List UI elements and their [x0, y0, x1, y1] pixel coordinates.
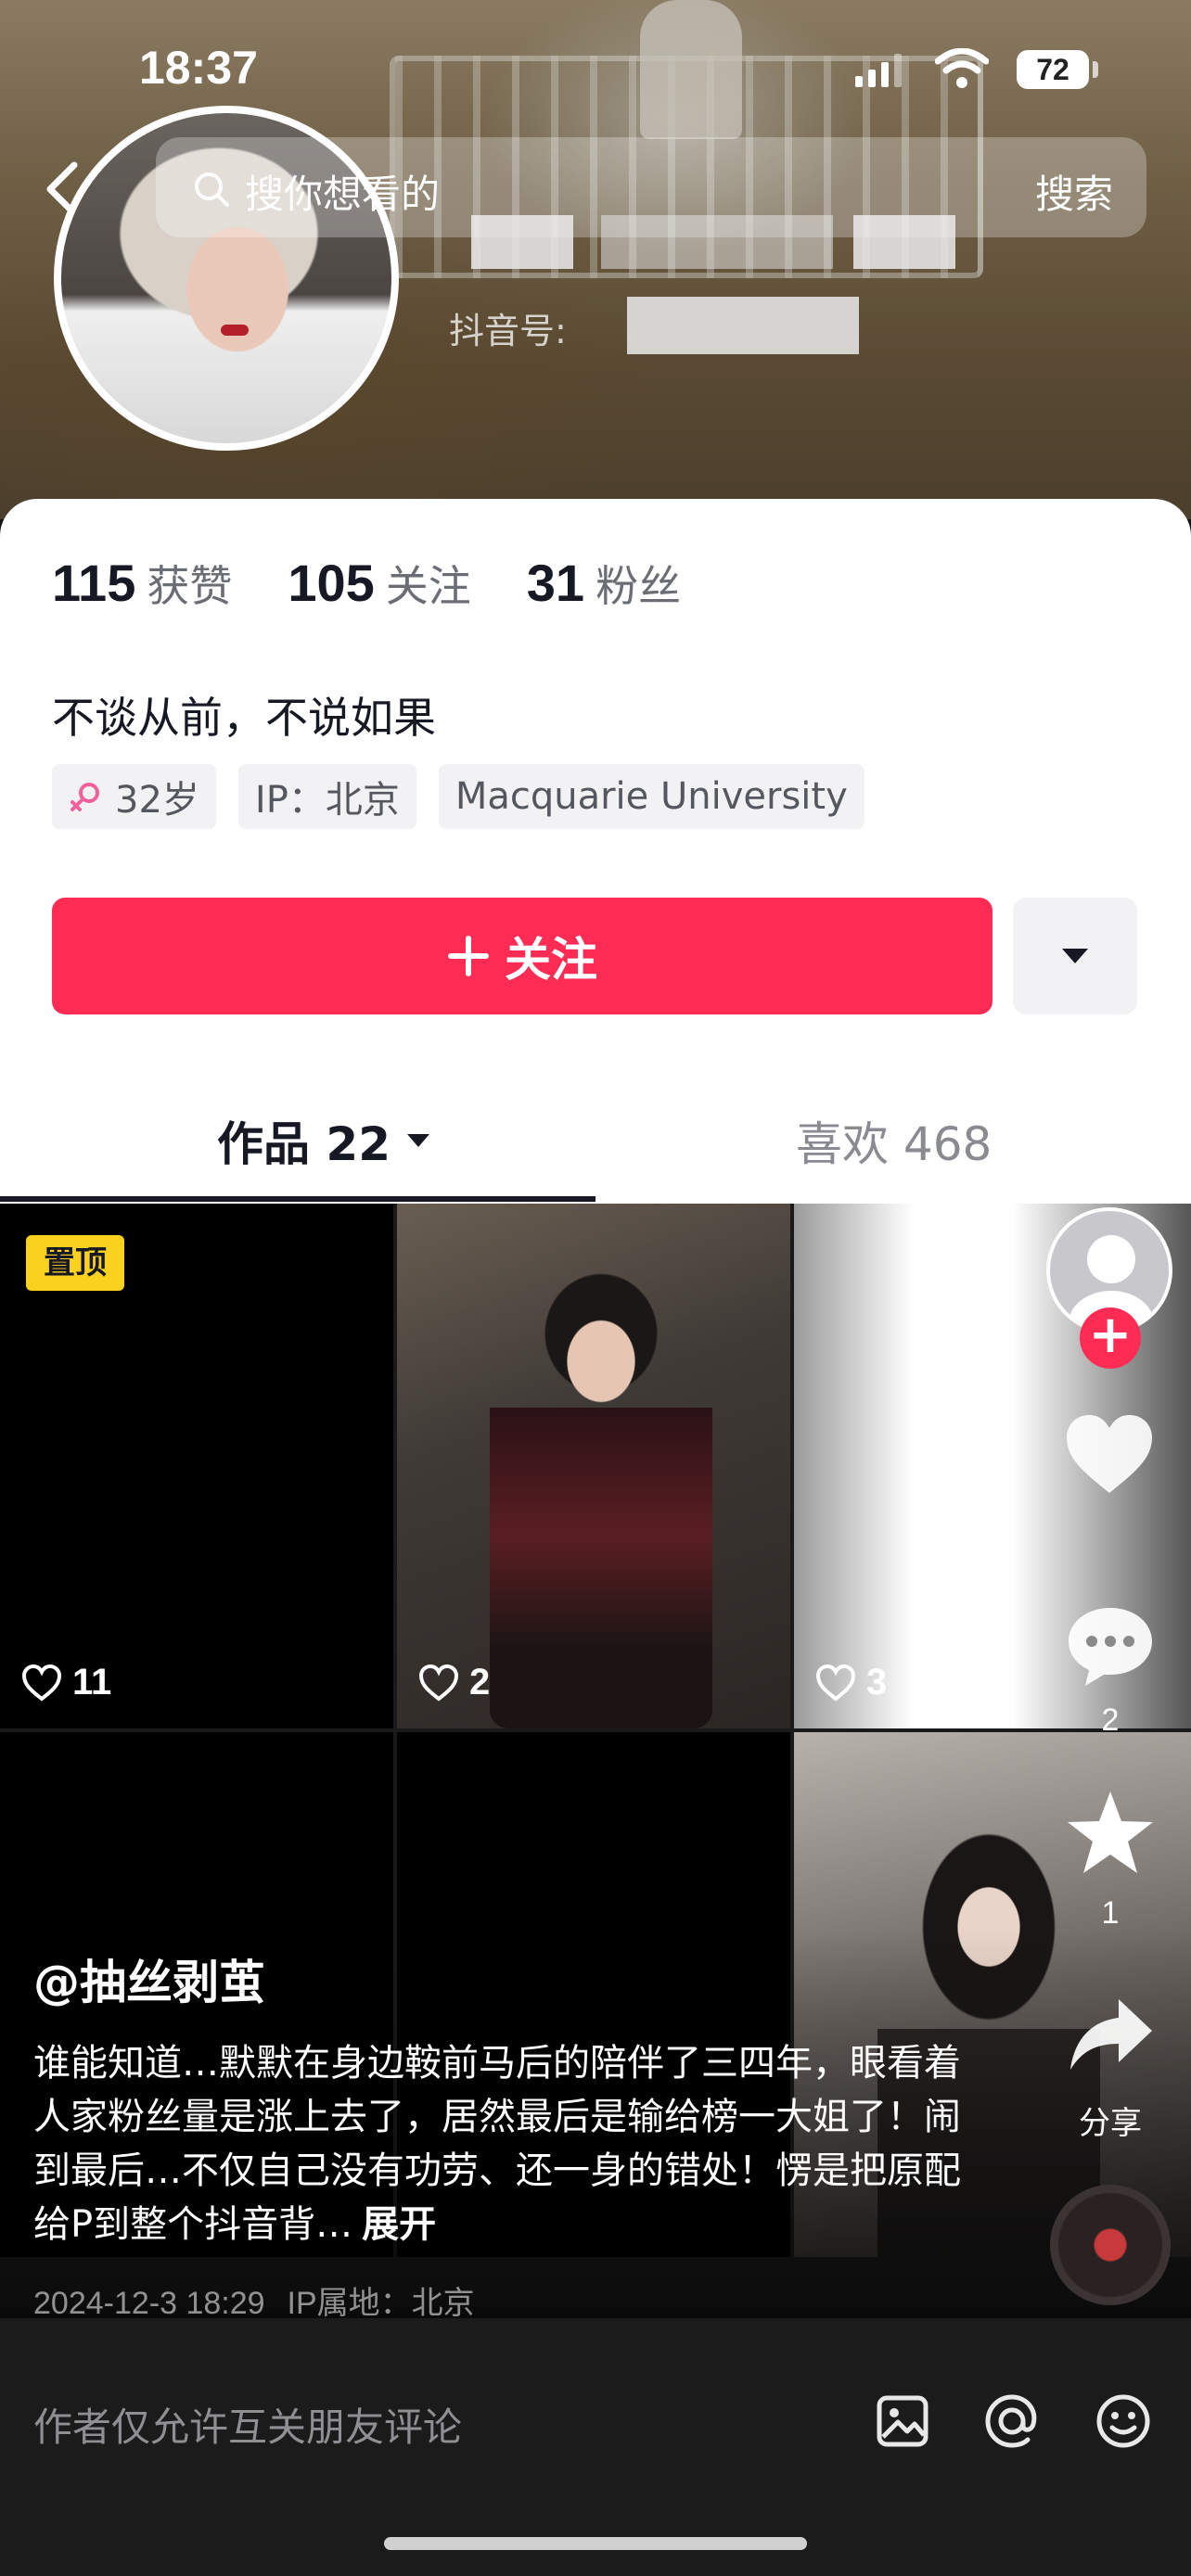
emoji-icon[interactable] — [1095, 2392, 1152, 2450]
redacted-name-block — [471, 215, 573, 269]
tab-works-label: 作品 22 — [217, 1117, 391, 1171]
recommend-dropdown-button[interactable] — [1013, 898, 1137, 1014]
female-icon — [70, 783, 99, 811]
profile-stats: 115 获赞 105 关注 31 粉丝 — [52, 553, 736, 627]
video-caption: 谁能知道…默默在身边鞍前马后的陪伴了三四年，眼看着人家粉丝量是涨上去了，居然最后… — [33, 2036, 961, 2251]
image-icon[interactable] — [876, 2394, 929, 2448]
search-input[interactable]: 搜你想看的 — [245, 163, 440, 220]
follow-button-label: 关注 — [505, 933, 597, 987]
like-count-value: 11 — [72, 1662, 112, 1702]
redacted-name-block — [601, 215, 833, 269]
search-icon — [195, 172, 229, 207]
profile-tags: 32岁 IP：北京 Macquarie University — [52, 764, 887, 829]
video-meta: 2024-12-3 18:29 IP属地：北京 — [33, 2277, 497, 2323]
status-bar: 18:37 72 — [0, 0, 1191, 130]
stat-value: 31 — [526, 554, 585, 612]
tab-likes[interactable]: 喜欢 468 — [796, 1107, 992, 1174]
like-count-value: 3 — [866, 1662, 888, 1702]
caret-down-icon — [1062, 949, 1088, 963]
comment-bar: 作者仅允许互关朋友评论 — [0, 2318, 1191, 2576]
profile-bio: 不谈从前，不说如果 — [52, 693, 436, 743]
share-icon[interactable] — [1067, 1996, 1156, 2073]
battery-nub — [1093, 61, 1098, 78]
pinned-badge: 置顶 — [26, 1235, 124, 1291]
video-date: 2024-12-3 18:29 — [33, 2286, 265, 2321]
profile-card: 115 获赞 105 关注 31 粉丝 不谈从前，不说如果 32岁 IP：北京 … — [0, 499, 1191, 1204]
stat-likes[interactable]: 115 获赞 — [52, 553, 232, 614]
like-count-value: 2 — [469, 1662, 491, 1702]
stat-value: 105 — [288, 554, 375, 612]
share-label: 分享 — [1079, 2105, 1142, 2142]
like-count: 11 — [20, 1662, 111, 1703]
battery-level: 72 — [1017, 50, 1089, 89]
signal-icon — [855, 54, 902, 87]
at-icon[interactable] — [983, 2392, 1041, 2450]
stat-label: 关注 — [385, 561, 471, 611]
heart-icon — [21, 1664, 62, 1702]
heart-icon — [815, 1664, 856, 1702]
heart-icon — [418, 1664, 459, 1702]
follow-button[interactable]: 关注 — [52, 898, 992, 1014]
favorite-count: 1 — [1101, 1895, 1120, 1931]
search-button[interactable]: 搜索 — [1035, 163, 1113, 220]
tab-works[interactable]: 作品 22 — [217, 1107, 431, 1174]
expand-caption-button[interactable]: 展开 — [362, 2203, 436, 2246]
star-icon[interactable] — [1063, 1788, 1158, 1881]
heart-icon[interactable] — [1061, 1409, 1158, 1498]
plus-icon — [448, 936, 489, 976]
avatar-placeholder-head — [1087, 1235, 1135, 1283]
like-count: 3 — [814, 1662, 887, 1703]
comment-icon[interactable] — [1063, 1602, 1158, 1691]
redacted-id-block — [627, 297, 859, 354]
tag-age-label: 32岁 — [115, 779, 199, 822]
thumbnail-figure — [490, 1259, 712, 1728]
status-time: 18:37 — [139, 42, 258, 94]
wifi-icon — [935, 48, 989, 88]
tag-ip: IP：北京 — [237, 764, 416, 829]
video-thumbnail[interactable]: 2 — [397, 1204, 790, 1728]
stat-label: 粉丝 — [596, 561, 682, 611]
like-count: 2 — [417, 1662, 490, 1703]
comment-input[interactable]: 作者仅允许互关朋友评论 — [33, 2396, 462, 2453]
redacted-name-block — [853, 215, 955, 269]
video-author[interactable]: @抽丝剥茧 — [33, 1945, 265, 2012]
douyin-id-label: 抖音号: — [449, 311, 567, 351]
author-follow-button[interactable]: + — [1080, 1307, 1141, 1369]
video-caption-text: 谁能知道…默默在身边鞍前马后的陪伴了三四年，眼看着人家粉丝量是涨上去了，居然最后… — [33, 2042, 961, 2246]
stat-followers[interactable]: 31 粉丝 — [527, 553, 681, 614]
stat-label: 获赞 — [147, 561, 233, 611]
video-thumbnail[interactable]: 置顶 11 — [0, 1204, 393, 1728]
home-indicator — [384, 2537, 807, 2550]
caret-down-icon — [407, 1134, 429, 1147]
stat-following[interactable]: 105 关注 — [288, 553, 470, 614]
comment-count: 2 — [1101, 1702, 1120, 1738]
music-disc[interactable] — [1050, 2185, 1171, 2305]
avatar-detail — [221, 325, 249, 336]
video-ip-location: IP属地：北京 — [287, 2286, 475, 2321]
tag-school[interactable]: Macquarie University — [438, 764, 864, 829]
tag-age: 32岁 — [52, 764, 216, 829]
tab-indicator — [0, 1196, 596, 1202]
stat-value: 115 — [52, 554, 136, 612]
